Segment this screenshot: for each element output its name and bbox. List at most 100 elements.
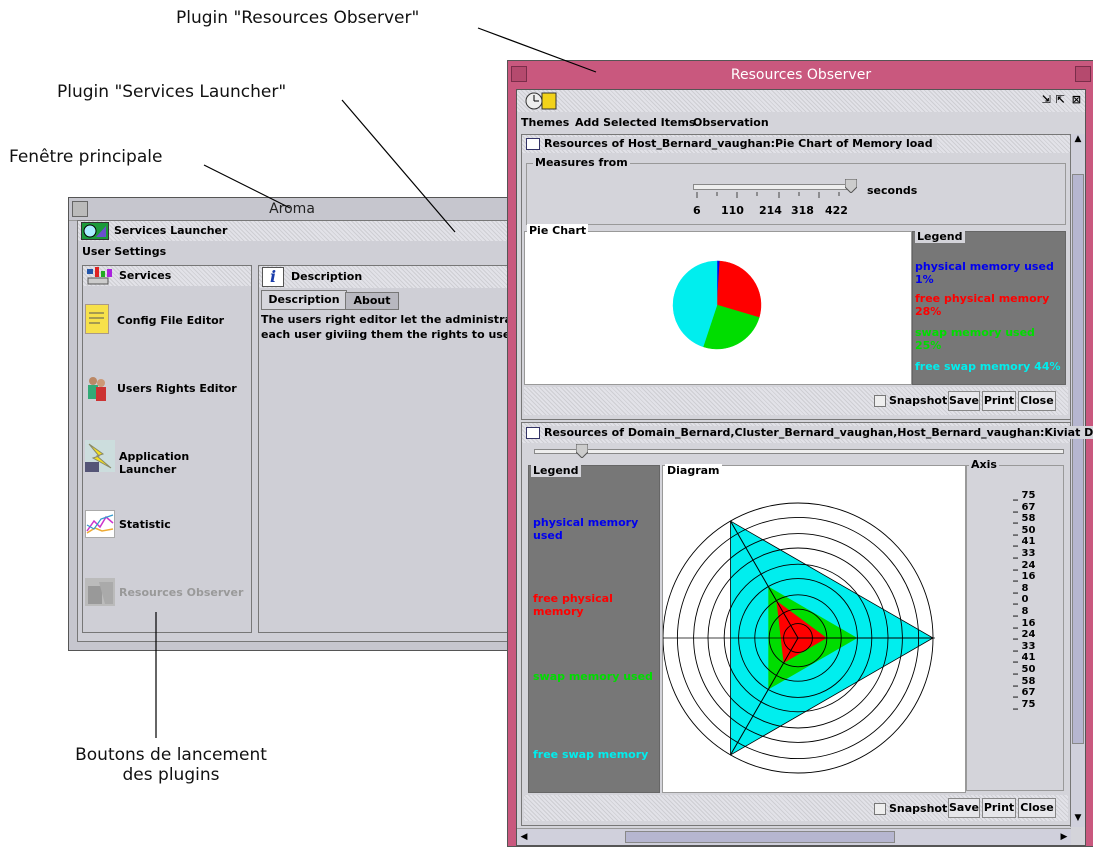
scroll-right-arrow[interactable]: ▶ bbox=[1057, 829, 1071, 845]
hscroll-thumb[interactable] bbox=[625, 831, 895, 843]
pie-print-button[interactable]: Print bbox=[982, 391, 1016, 411]
maximize-icon[interactable]: ⇱ bbox=[1056, 93, 1065, 106]
services-panel: Services Config File Editor Users Rights… bbox=[82, 265, 252, 633]
scroll-up-arrow[interactable]: ▲ bbox=[1071, 134, 1085, 148]
description-header-label: Description bbox=[291, 270, 363, 283]
slider-tick-label-318: 318 bbox=[791, 204, 814, 217]
resources-observer-menu-button[interactable] bbox=[511, 66, 527, 82]
aroma-titlebar[interactable]: Aroma bbox=[69, 198, 515, 221]
pie-panel: Resources of Host_Bernard_vaughan:Pie Ch… bbox=[521, 134, 1071, 420]
resources-observer-window: Resources Observer ⇲ ⇱ ⊠ Themes Add Sele… bbox=[507, 60, 1093, 847]
tab-about[interactable]: About bbox=[345, 292, 399, 310]
service-label-users-rights-editor: Users Rights Editor bbox=[117, 382, 237, 395]
slider-tick-label-6: 6 bbox=[693, 204, 701, 217]
service-button-resources-observer[interactable]: Resources Observer bbox=[85, 574, 247, 614]
description-panel-header: i Description bbox=[259, 266, 521, 288]
pie-bottom-bar: Snapshot Save Print Close bbox=[524, 387, 1068, 415]
kiviat-bottom-bar: Snapshot Save Print Close bbox=[524, 795, 1068, 821]
axis-tick-label: _ 0 bbox=[1013, 594, 1029, 606]
pie-legend-item-swap-used: swap memory used 25% bbox=[915, 326, 1035, 352]
kiviat-legend: Legend physical memory used free physica… bbox=[528, 464, 660, 793]
kiviat-panel: Resources of Domain_Bernard,Cluster_Bern… bbox=[521, 422, 1093, 826]
services-header-label: Services bbox=[119, 269, 172, 282]
axis-tick-label: _ 75 bbox=[1013, 698, 1036, 710]
kiviat-close-button[interactable]: Close bbox=[1018, 798, 1056, 818]
axis-tick-label: _ 24 bbox=[1013, 559, 1036, 571]
scroll-down-arrow[interactable]: ▼ bbox=[1071, 813, 1085, 827]
resources-observer-close-button[interactable] bbox=[1075, 66, 1091, 82]
slider-unit-label: seconds bbox=[867, 184, 918, 197]
callout-launch-buttons-line2: des plugins bbox=[122, 765, 220, 785]
measures-slider-track[interactable] bbox=[693, 184, 855, 190]
axis-tick-label: _ 75 bbox=[1013, 490, 1036, 501]
services-launcher-title: Services Launcher bbox=[114, 224, 228, 237]
pie-panel-header: Resources of Host_Bernard_vaughan:Pie Ch… bbox=[522, 135, 1070, 153]
kiviat-legend-label: Legend bbox=[531, 464, 581, 477]
axis-tick-label: _ 16 bbox=[1013, 571, 1036, 583]
axis-tick-label: _ 50 bbox=[1013, 663, 1036, 675]
service-button-statistic[interactable]: Statistic bbox=[85, 506, 247, 546]
axis-tick-label: _ 67 bbox=[1013, 501, 1036, 513]
service-label-resources-observer: Resources Observer bbox=[119, 586, 244, 599]
description-text-line1: The users right editor let the administr… bbox=[261, 313, 517, 326]
pie-snapshot-checkbox[interactable] bbox=[874, 395, 886, 407]
callout-launch-buttons-line1: Boutons de lancement bbox=[75, 745, 267, 765]
pie-chart-fieldset: Pie Chart bbox=[524, 224, 912, 385]
kiviat-axis-label: Axis bbox=[969, 458, 999, 471]
axis-tick-label: _ 41 bbox=[1013, 652, 1036, 664]
pie-legend-label: Legend bbox=[915, 230, 965, 243]
menu-themes[interactable]: Themes bbox=[521, 116, 569, 129]
service-button-config-file-editor[interactable]: Config File Editor bbox=[85, 302, 247, 342]
tab-description[interactable]: Description bbox=[261, 290, 347, 310]
close-icon[interactable]: ⊠ bbox=[1072, 93, 1081, 106]
pie-legend: Legend physical memory used 1% free phys… bbox=[912, 230, 1066, 385]
people-icon bbox=[85, 374, 109, 404]
observer-horizontal-scrollbar[interactable]: ◀ ▶ bbox=[517, 828, 1071, 845]
kiviat-legend-item-physical-used: physical memory used bbox=[533, 516, 639, 542]
minimize-icon[interactable]: ⇲ bbox=[1042, 93, 1051, 106]
kiviat-slider-track[interactable] bbox=[534, 449, 1064, 454]
kiviat-snapshot-checkbox[interactable] bbox=[874, 803, 886, 815]
kiviat-panel-header: Resources of Domain_Bernard,Cluster_Bern… bbox=[522, 423, 1093, 443]
scroll-thumb[interactable] bbox=[1072, 174, 1084, 744]
service-button-application-launcher[interactable]: Application Launcher bbox=[85, 438, 247, 478]
panel-window-icon bbox=[526, 427, 540, 439]
kiviat-axis-fieldset: Axis _ 75 _ 67 _ 58 _ 50 _ 41 _ 33 _ 24 _ 16 _ 8… bbox=[966, 458, 1064, 791]
description-panel: i Description Description About The user… bbox=[258, 265, 522, 633]
observer-vertical-scrollbar[interactable]: ▲ ▼ bbox=[1070, 134, 1085, 827]
callout-launch-buttons: Boutons de lancement des plugins bbox=[46, 745, 296, 785]
axis-tick-label: _ 58 bbox=[1013, 675, 1036, 687]
pie-panel-title: Resources of Host_Bernard_vaughan:Pie Ch… bbox=[544, 137, 937, 150]
aroma-content: Services Launcher User Settings Services… bbox=[77, 220, 522, 642]
scroll-left-arrow[interactable]: ◀ bbox=[517, 829, 531, 845]
kiviat-panel-title: Resources of Domain_Bernard,Cluster_Bern… bbox=[544, 426, 1093, 439]
menu-observation[interactable]: Observation bbox=[693, 116, 769, 129]
aroma-title: Aroma bbox=[269, 201, 315, 217]
service-button-users-rights-editor[interactable]: Users Rights Editor bbox=[85, 370, 247, 410]
kiviat-diagram-fieldset: Diagram bbox=[662, 464, 966, 793]
axis-tick-label: _ 41 bbox=[1013, 536, 1036, 548]
pie-save-button[interactable]: Save bbox=[948, 391, 980, 411]
resources-observer-titlebar[interactable]: Resources Observer bbox=[508, 61, 1093, 89]
aroma-window-menu-button[interactable] bbox=[72, 201, 88, 217]
menu-add-selected-items[interactable]: Add Selected Items bbox=[575, 116, 695, 129]
pie-close-button[interactable]: Close bbox=[1018, 391, 1056, 411]
kiviat-slider-thumb[interactable] bbox=[575, 443, 589, 459]
kiviat-legend-item-free-swap: free swap memory bbox=[533, 748, 649, 761]
service-label-application-launcher: Application Launcher bbox=[119, 450, 190, 476]
measures-slider-thumb[interactable] bbox=[844, 178, 858, 194]
slider-tick-label-110: 110 bbox=[721, 204, 744, 217]
menu-user-settings[interactable]: User Settings bbox=[82, 245, 166, 258]
kiviat-save-button[interactable]: Save bbox=[948, 798, 980, 818]
slider-tick-label-422: 422 bbox=[825, 204, 848, 217]
kiviat-axis-ticks: _ 75 _ 67 _ 58 _ 50 _ 41 _ 33 _ 24 _ 16 _ 8 _ 0 _ … bbox=[1013, 490, 1063, 710]
axis-tick-label: _ 24 bbox=[1013, 629, 1036, 641]
info-icon: i bbox=[262, 267, 284, 287]
measures-label: Measures from bbox=[533, 156, 630, 169]
kiviat-print-button[interactable]: Print bbox=[982, 798, 1016, 818]
axis-tick-label: _ 33 bbox=[1013, 547, 1036, 559]
pie-legend-item-free-physical: free physical memory 28% bbox=[915, 292, 1050, 318]
pie-legend-item-free-swap: free swap memory 44% bbox=[915, 360, 1061, 373]
pie-legend-item-physical-used: physical memory used 1% bbox=[915, 260, 1054, 286]
launcher-logo-icon bbox=[81, 222, 109, 240]
